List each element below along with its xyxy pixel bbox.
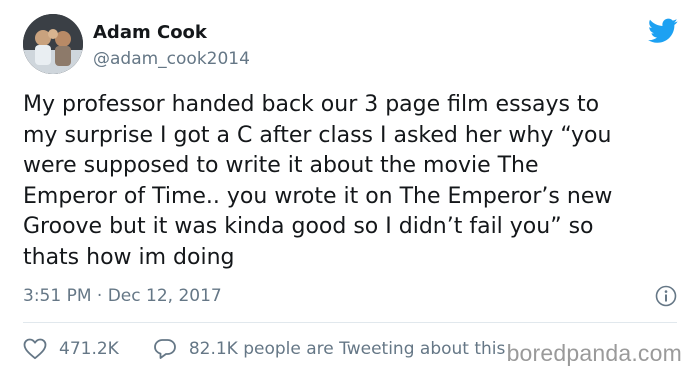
avatar[interactable] bbox=[23, 14, 83, 74]
divider bbox=[23, 322, 677, 323]
author-handle[interactable]: @adam_cook2014 bbox=[93, 48, 250, 70]
twitter-bird-icon[interactable] bbox=[648, 18, 678, 44]
like-button[interactable]: 471.2K bbox=[23, 338, 119, 360]
tweet-timestamp[interactable]: 3:51 PM · Dec 12, 2017 bbox=[23, 285, 222, 307]
heart-icon bbox=[23, 338, 47, 360]
avatar-photo bbox=[23, 14, 83, 74]
tweet-text: My professor handed back our 3 page film… bbox=[23, 92, 613, 270]
tweet-card: Adam Cook @adam_cook2014 My professor ha… bbox=[0, 0, 700, 375]
author-name[interactable]: Adam Cook bbox=[93, 22, 207, 44]
info-icon[interactable] bbox=[655, 285, 677, 307]
speech-bubble-icon bbox=[153, 339, 176, 359]
like-count: 471.2K bbox=[59, 339, 119, 359]
conversation-text: 82.1K people are Tweeting about this bbox=[188, 339, 506, 359]
tweet-actions: 471.2K 82.1K people are Tweeting about t… bbox=[23, 336, 505, 362]
conversation-link[interactable]: 82.1K people are Tweeting about this bbox=[153, 338, 506, 360]
watermark-logo: boredpanda.com bbox=[506, 340, 682, 366]
